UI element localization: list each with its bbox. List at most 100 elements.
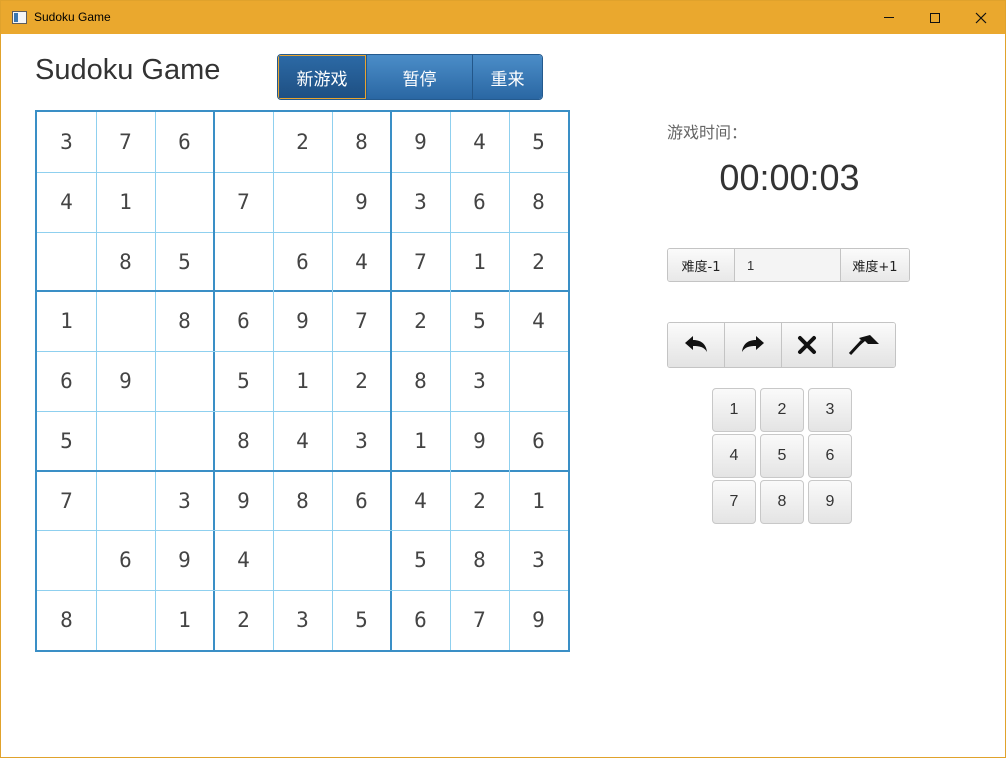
sudoku-cell[interactable]: 9 xyxy=(391,112,450,172)
sudoku-cell[interactable]: 3 xyxy=(450,351,509,411)
sudoku-cell[interactable]: 6 xyxy=(450,172,509,232)
hint-button[interactable] xyxy=(833,323,895,367)
sudoku-cell[interactable]: 6 xyxy=(37,351,96,411)
sudoku-cell[interactable]: 1 xyxy=(273,351,332,411)
sudoku-cell[interactable]: 9 xyxy=(450,411,509,471)
sudoku-cell[interactable]: 9 xyxy=(273,291,332,351)
sudoku-cell[interactable]: 7 xyxy=(450,590,509,650)
sudoku-cell[interactable]: 7 xyxy=(391,232,450,292)
sudoku-cell[interactable]: 7 xyxy=(214,172,273,232)
sudoku-cell[interactable]: 4 xyxy=(450,112,509,172)
sudoku-cell[interactable] xyxy=(332,530,391,590)
sudoku-cell[interactable]: 1 xyxy=(96,172,155,232)
sudoku-cell[interactable]: 6 xyxy=(155,112,214,172)
difficulty-increase-button[interactable]: 难度+1 xyxy=(840,249,909,281)
sudoku-cell[interactable]: 4 xyxy=(273,411,332,471)
sudoku-cell[interactable] xyxy=(96,411,155,471)
number-button-5[interactable]: 5 xyxy=(760,434,804,478)
sudoku-cell[interactable]: 7 xyxy=(332,291,391,351)
sudoku-cell[interactable]: 2 xyxy=(450,471,509,531)
sudoku-cell[interactable]: 9 xyxy=(509,590,568,650)
sudoku-cell[interactable]: 4 xyxy=(332,232,391,292)
sudoku-cell[interactable] xyxy=(37,232,96,292)
number-button-7[interactable]: 7 xyxy=(712,480,756,524)
sudoku-cell[interactable]: 4 xyxy=(391,471,450,531)
sudoku-cell[interactable]: 8 xyxy=(214,411,273,471)
sudoku-cell[interactable]: 1 xyxy=(391,411,450,471)
sudoku-cell[interactable]: 4 xyxy=(509,291,568,351)
number-button-1[interactable]: 1 xyxy=(712,388,756,432)
sudoku-cell[interactable]: 3 xyxy=(37,112,96,172)
sudoku-cell[interactable]: 1 xyxy=(37,291,96,351)
sudoku-cell[interactable]: 7 xyxy=(96,112,155,172)
sudoku-cell[interactable]: 6 xyxy=(214,291,273,351)
difficulty-decrease-button[interactable]: 难度-1 xyxy=(668,249,735,281)
sudoku-cell[interactable]: 7 xyxy=(37,471,96,531)
sudoku-cell[interactable]: 5 xyxy=(214,351,273,411)
sudoku-cell[interactable]: 3 xyxy=(155,471,214,531)
sudoku-cell[interactable]: 8 xyxy=(96,232,155,292)
sudoku-cell[interactable]: 3 xyxy=(273,590,332,650)
sudoku-cell[interactable]: 8 xyxy=(509,172,568,232)
sudoku-cell[interactable]: 8 xyxy=(273,471,332,531)
number-button-8[interactable]: 8 xyxy=(760,480,804,524)
sudoku-cell[interactable]: 4 xyxy=(214,530,273,590)
number-button-4[interactable]: 4 xyxy=(712,434,756,478)
sudoku-cell[interactable]: 8 xyxy=(332,112,391,172)
pause-button[interactable]: 暂停 xyxy=(367,55,473,99)
sudoku-cell[interactable]: 2 xyxy=(509,232,568,292)
sudoku-cell[interactable]: 5 xyxy=(332,590,391,650)
sudoku-cell[interactable]: 1 xyxy=(509,471,568,531)
sudoku-cell[interactable]: 5 xyxy=(155,232,214,292)
sudoku-cell[interactable] xyxy=(273,172,332,232)
sudoku-cell[interactable]: 3 xyxy=(509,530,568,590)
undo-button[interactable] xyxy=(668,323,725,367)
sudoku-cell[interactable] xyxy=(155,411,214,471)
sudoku-cell[interactable]: 1 xyxy=(155,590,214,650)
sudoku-cell[interactable] xyxy=(509,351,568,411)
sudoku-cell[interactable]: 8 xyxy=(37,590,96,650)
sudoku-cell[interactable]: 8 xyxy=(450,530,509,590)
sudoku-cell[interactable]: 9 xyxy=(332,172,391,232)
sudoku-cell[interactable]: 6 xyxy=(96,530,155,590)
sudoku-cell[interactable]: 6 xyxy=(273,232,332,292)
sudoku-cell[interactable] xyxy=(214,112,273,172)
sudoku-cell[interactable] xyxy=(155,351,214,411)
sudoku-cell[interactable]: 2 xyxy=(214,590,273,650)
sudoku-cell[interactable]: 5 xyxy=(450,291,509,351)
sudoku-cell[interactable] xyxy=(96,291,155,351)
sudoku-cell[interactable]: 3 xyxy=(332,411,391,471)
sudoku-cell[interactable] xyxy=(273,530,332,590)
sudoku-cell[interactable]: 3 xyxy=(391,172,450,232)
sudoku-cell[interactable]: 5 xyxy=(509,112,568,172)
number-button-3[interactable]: 3 xyxy=(808,388,852,432)
sudoku-cell[interactable]: 9 xyxy=(96,351,155,411)
number-button-6[interactable]: 6 xyxy=(808,434,852,478)
sudoku-cell[interactable]: 6 xyxy=(332,471,391,531)
close-button[interactable] xyxy=(958,1,1004,34)
sudoku-cell[interactable]: 5 xyxy=(37,411,96,471)
sudoku-cell[interactable]: 2 xyxy=(273,112,332,172)
sudoku-cell[interactable] xyxy=(214,232,273,292)
redo-button[interactable] xyxy=(725,323,782,367)
sudoku-cell[interactable]: 8 xyxy=(155,291,214,351)
sudoku-cell[interactable]: 2 xyxy=(332,351,391,411)
number-button-2[interactable]: 2 xyxy=(760,388,804,432)
sudoku-cell[interactable]: 1 xyxy=(450,232,509,292)
sudoku-cell[interactable]: 2 xyxy=(391,291,450,351)
sudoku-cell[interactable] xyxy=(96,471,155,531)
clear-button[interactable] xyxy=(782,323,833,367)
maximize-button[interactable] xyxy=(912,1,958,34)
sudoku-cell[interactable]: 4 xyxy=(37,172,96,232)
sudoku-cell[interactable]: 5 xyxy=(391,530,450,590)
sudoku-cell[interactable]: 9 xyxy=(155,530,214,590)
sudoku-cell[interactable] xyxy=(155,172,214,232)
minimize-button[interactable] xyxy=(866,1,912,34)
difficulty-input[interactable] xyxy=(735,249,840,281)
new-game-button[interactable]: 新游戏 xyxy=(278,55,367,99)
sudoku-cell[interactable] xyxy=(96,590,155,650)
sudoku-cell[interactable]: 8 xyxy=(391,351,450,411)
sudoku-cell[interactable]: 6 xyxy=(391,590,450,650)
sudoku-cell[interactable] xyxy=(37,530,96,590)
number-button-9[interactable]: 9 xyxy=(808,480,852,524)
